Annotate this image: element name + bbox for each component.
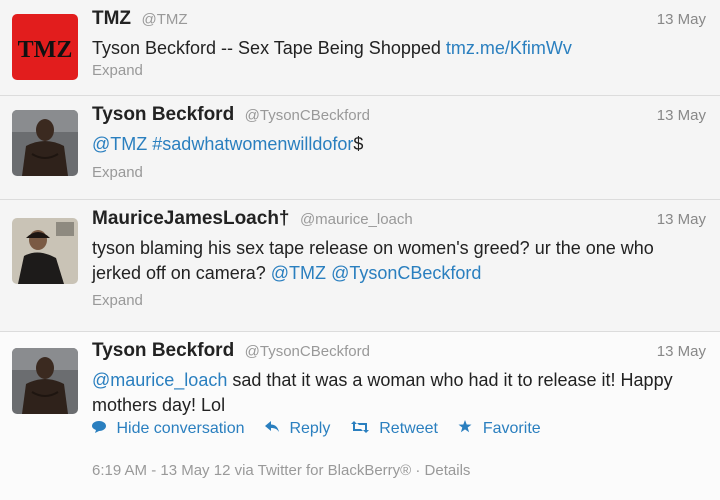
mention-link[interactable]: @TMZ xyxy=(271,263,326,283)
retweet-icon xyxy=(350,420,373,437)
avatar-tyson[interactable] xyxy=(12,110,78,176)
expand-link[interactable]: Expand xyxy=(92,164,143,181)
tweet-text: tyson blaming his sex tape release on wo… xyxy=(92,238,654,283)
tweet-date[interactable]: 13 May xyxy=(657,107,706,124)
tweet-header: MauriceJamesLoach† @maurice_loach 13 May xyxy=(92,208,706,234)
mention-link[interactable]: @TMZ xyxy=(92,134,147,154)
favorite-button[interactable]: Favorite xyxy=(458,420,541,437)
author-fullname[interactable]: TMZ xyxy=(92,8,131,29)
tweet-date[interactable]: 13 May xyxy=(657,343,706,360)
expand-link[interactable]: Expand xyxy=(92,292,143,309)
expand-link[interactable]: Expand xyxy=(92,62,143,79)
tweet-text: @TMZ #sadwhatwomenwilldofor$ xyxy=(92,134,364,154)
hashtag-link[interactable]: #sadwhatwomenwilldofor xyxy=(152,134,353,154)
author-handle[interactable]: @TysonCBeckford xyxy=(245,107,370,124)
tweet-date[interactable]: 13 May xyxy=(657,211,706,228)
tweet-timeline: TMZ TMZ @TMZ 13 May Tyson Beckford -- Se… xyxy=(0,0,720,500)
author-handle[interactable]: @TysonCBeckford xyxy=(245,343,370,360)
reply-arrow-icon xyxy=(264,420,283,437)
author-fullname[interactable]: MauriceJamesLoach† xyxy=(92,208,290,229)
mention-link[interactable]: @maurice_loach xyxy=(92,370,227,390)
mention-link[interactable]: @TysonCBeckford xyxy=(331,263,481,283)
tweet-header: Tyson Beckford @TysonCBeckford 13 May xyxy=(92,104,706,130)
star-icon xyxy=(458,420,476,437)
tweet-maurice[interactable]: MauriceJamesLoach† @maurice_loach 13 May… xyxy=(0,200,720,332)
reply-button[interactable]: Reply xyxy=(264,420,335,437)
avatar-tmz[interactable]: TMZ xyxy=(12,14,78,80)
avatar-tyson[interactable] xyxy=(12,348,78,414)
svg-text:TMZ: TMZ xyxy=(18,37,73,63)
author-handle[interactable]: @maurice_loach xyxy=(300,211,413,228)
tweet-tmz[interactable]: TMZ TMZ @TMZ 13 May Tyson Beckford -- Se… xyxy=(0,0,720,96)
tweet-date[interactable]: 13 May xyxy=(657,11,706,28)
retweet-button[interactable]: Retweet xyxy=(350,420,443,437)
tweet-header: Tyson Beckford @TysonCBeckford 13 May xyxy=(92,340,706,366)
avatar-maurice[interactable] xyxy=(12,218,78,284)
author-fullname[interactable]: Tyson Beckford xyxy=(92,340,234,361)
tweet-tyson-1[interactable]: Tyson Beckford @TysonCBeckford 13 May @T… xyxy=(0,96,720,200)
tweet-text: Tyson Beckford -- Sex Tape Being Shopped… xyxy=(92,38,572,58)
tweet-actions: Hide conversation Reply Retweet Favorite xyxy=(92,420,557,438)
tweet-link[interactable]: tmz.me/KfimWv xyxy=(446,38,572,58)
tweet-header: TMZ @TMZ 13 May xyxy=(92,8,706,34)
speech-bubble-icon xyxy=(92,420,110,437)
tweet-tyson-2[interactable]: Tyson Beckford @TysonCBeckford 13 May @m… xyxy=(0,332,720,500)
tweet-text: @maurice_loach sad that it was a woman w… xyxy=(92,370,673,415)
hide-conversation-button[interactable]: Hide conversation xyxy=(92,420,249,437)
tweet-meta[interactable]: 6:19 AM - 13 May 12 via Twitter for Blac… xyxy=(92,462,470,479)
author-handle[interactable]: @TMZ xyxy=(142,11,188,28)
author-fullname[interactable]: Tyson Beckford xyxy=(92,104,234,125)
